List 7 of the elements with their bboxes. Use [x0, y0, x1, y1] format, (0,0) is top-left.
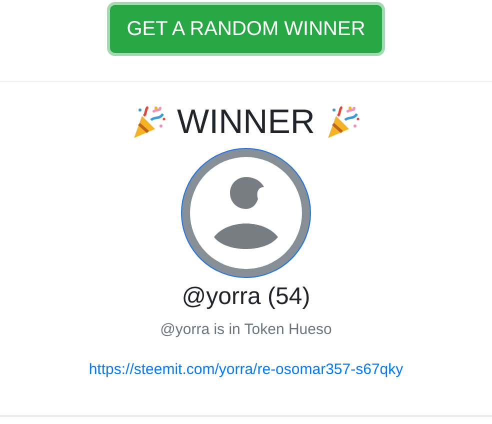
- user-silhouette-icon: [190, 157, 302, 269]
- winner-heading: WINNER: [177, 102, 315, 142]
- party-popper-icon: [131, 104, 168, 140]
- post-link[interactable]: https://steemit.com/yorra/re-osomar357-s67qky: [88, 360, 404, 380]
- random-winner-button[interactable]: GET A RANDOM WINNER: [110, 5, 382, 53]
- winner-username: @yorra (54): [182, 282, 310, 312]
- community-note: @yorra is in Token Hueso: [160, 320, 332, 340]
